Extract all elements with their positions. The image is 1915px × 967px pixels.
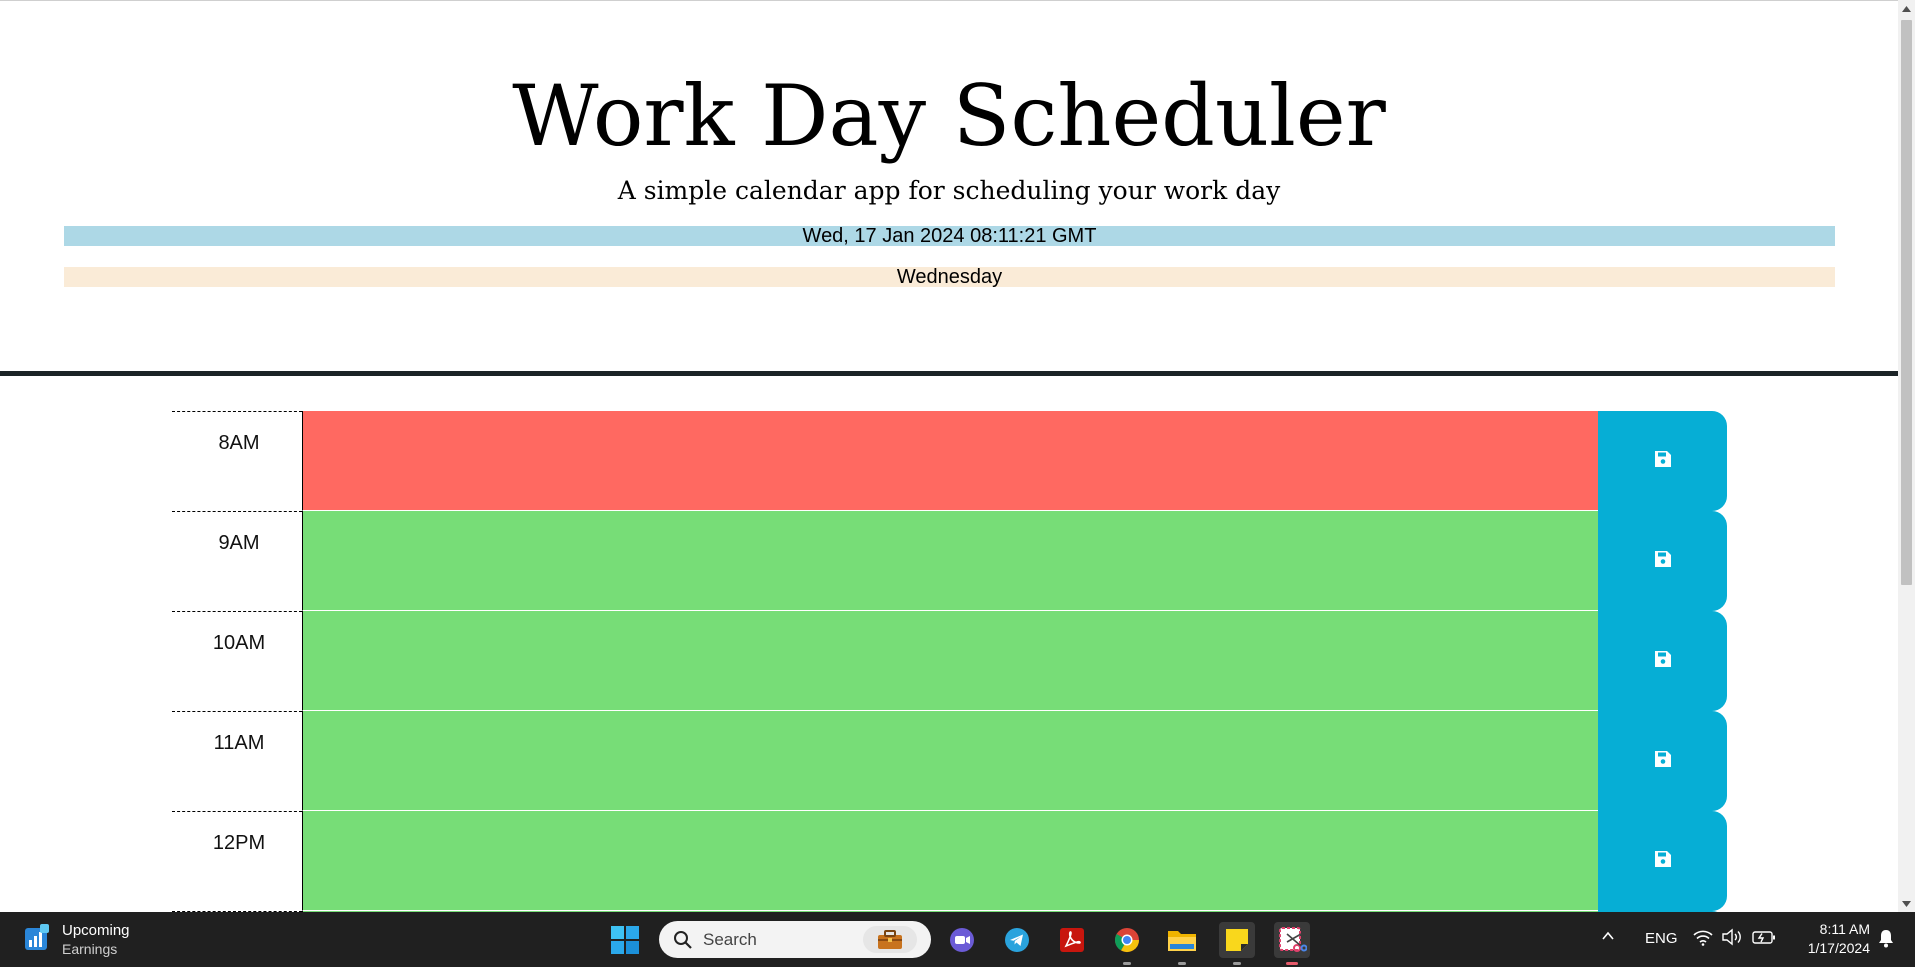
top-border [0, 0, 1898, 1]
scroll-up-arrow-icon[interactable] [1898, 0, 1915, 17]
running-indicator [1178, 962, 1186, 965]
file-explorer-icon[interactable] [1164, 922, 1200, 965]
hour-label: 8AM [172, 411, 302, 511]
chrome-icon[interactable] [1109, 922, 1145, 965]
event-description-textarea[interactable] [302, 711, 1598, 811]
notification-bell-icon[interactable] [1877, 928, 1895, 953]
time-block-row: 11AM [172, 711, 1727, 811]
browser-viewport: Work Day Scheduler A simple calendar app… [0, 0, 1898, 912]
event-description-textarea[interactable] [302, 611, 1598, 711]
volume-icon[interactable] [1721, 928, 1743, 951]
page-subtitle: A simple calendar app for scheduling you… [617, 176, 1281, 205]
search-icon [673, 930, 693, 955]
save-button[interactable] [1598, 511, 1727, 611]
floppy-disk-icon [1654, 450, 1672, 473]
taskbar: Upcoming Earnings Search ENG 8:11 AM 1/1… [0, 912, 1915, 967]
battery-icon[interactable] [1752, 929, 1776, 950]
briefcase-icon[interactable] [863, 926, 917, 953]
input-language[interactable]: ENG [1645, 930, 1678, 947]
floppy-disk-icon [1654, 750, 1672, 773]
time-block-row: 10AM [172, 611, 1727, 711]
running-indicator [1286, 962, 1298, 965]
start-icon[interactable] [611, 926, 639, 954]
time-block-row: 8AM [172, 411, 1727, 511]
hour-label: 11AM [172, 711, 302, 811]
meet-video-icon[interactable] [944, 922, 980, 958]
hour-label: 10AM [172, 611, 302, 711]
scrollbar-thumb[interactable] [1901, 20, 1912, 585]
sticky-notes-icon[interactable] [1219, 922, 1255, 965]
taskbar-search[interactable]: Search [659, 921, 931, 958]
floppy-disk-icon [1654, 650, 1672, 673]
chevron-up-icon[interactable] [1600, 928, 1616, 949]
save-button[interactable] [1598, 711, 1727, 811]
search-placeholder: Search [703, 930, 757, 949]
stock-chart-icon [24, 923, 50, 957]
hour-label: 12PM [172, 811, 302, 911]
acrobat-icon[interactable] [1054, 922, 1090, 958]
clock-time: 8:11 AM [1819, 921, 1870, 937]
snipping-tool-icon[interactable] [1274, 922, 1310, 965]
running-indicator [1123, 962, 1131, 965]
save-button[interactable] [1598, 811, 1727, 911]
event-description-textarea[interactable] [302, 511, 1598, 611]
clock-date: 1/17/2024 [1807, 940, 1870, 956]
vertical-scrollbar[interactable] [1898, 0, 1915, 912]
page-title: Work Day Scheduler [512, 67, 1386, 165]
time-block-row: 12PM [172, 811, 1727, 911]
telegram-icon[interactable] [999, 922, 1035, 958]
event-description-textarea[interactable] [302, 411, 1598, 511]
header-divider [0, 371, 1898, 376]
scroll-down-arrow-icon[interactable] [1898, 895, 1915, 912]
current-datetime: Wed, 17 Jan 2024 08:11:21 GMT [64, 226, 1835, 246]
system-clock[interactable]: 8:11 AM 1/17/2024 [1790, 920, 1870, 958]
wifi-icon[interactable] [1692, 928, 1714, 951]
floppy-disk-icon [1654, 550, 1672, 573]
save-button[interactable] [1598, 411, 1727, 511]
widgets-button[interactable]: Upcoming Earnings [24, 921, 130, 959]
hour-label: 9AM [172, 511, 302, 611]
floppy-disk-icon [1654, 850, 1672, 873]
time-block-row: 9AM [172, 511, 1727, 611]
current-day: Wednesday [64, 267, 1835, 287]
widget-subtitle: Earnings [62, 941, 118, 957]
event-description-textarea[interactable] [302, 811, 1598, 911]
widget-title: Upcoming [62, 922, 130, 939]
save-button[interactable] [1598, 611, 1727, 711]
running-indicator [1233, 962, 1241, 965]
